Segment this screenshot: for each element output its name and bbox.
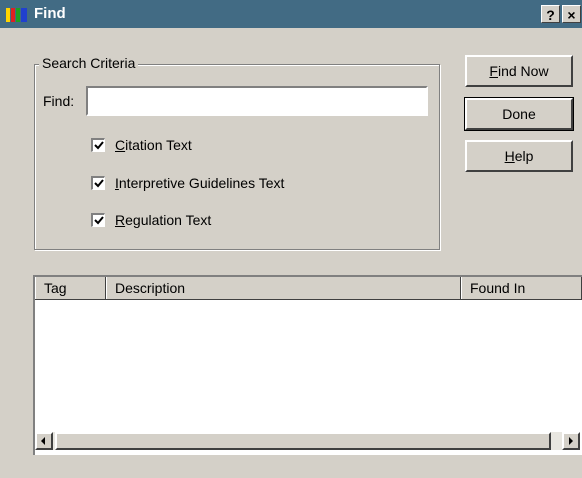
horizontal-scrollbar[interactable] [35,432,580,450]
arrow-left-icon [41,437,45,445]
find-dialog: Find ? × Search Criteria Find: Citation … [0,0,582,478]
help-title-button[interactable]: ? [541,5,560,23]
regulation-text-label[interactable]: Regulation Text [115,212,211,228]
find-input[interactable] [86,86,428,116]
scroll-thumb[interactable] [55,432,551,450]
scroll-right-button[interactable] [562,432,580,450]
list-header: Tag Description Found In [35,277,582,300]
interpretive-guidelines-checkbox[interactable] [91,176,105,190]
app-icon [6,8,27,22]
checkmark-icon [94,216,104,225]
checkmark-icon [94,141,104,150]
close-button[interactable]: × [562,5,581,23]
citation-text-label[interactable]: Citation Text [115,137,192,153]
arrow-right-icon [569,437,573,445]
column-header-tag[interactable]: Tag [35,277,106,299]
window-title: Find [34,5,66,22]
search-criteria-label: Search Criteria [39,55,139,71]
checkmark-icon [94,179,104,188]
done-button[interactable]: Done [464,97,574,131]
find-label: Find: [43,93,75,109]
title-bar[interactable]: Find ? × [0,0,582,28]
interpretive-guidelines-label[interactable]: Interpretive Guidelines Text [115,175,284,191]
scroll-left-button[interactable] [35,432,53,450]
citation-text-checkbox[interactable] [91,138,105,152]
help-button[interactable]: Help [465,140,573,172]
results-list[interactable]: Tag Description Found In [33,275,582,455]
column-header-found-in[interactable]: Found In [461,277,582,299]
column-header-description[interactable]: Description [106,277,461,299]
find-now-button[interactable]: Find Now [465,55,573,87]
regulation-text-checkbox[interactable] [91,213,105,227]
